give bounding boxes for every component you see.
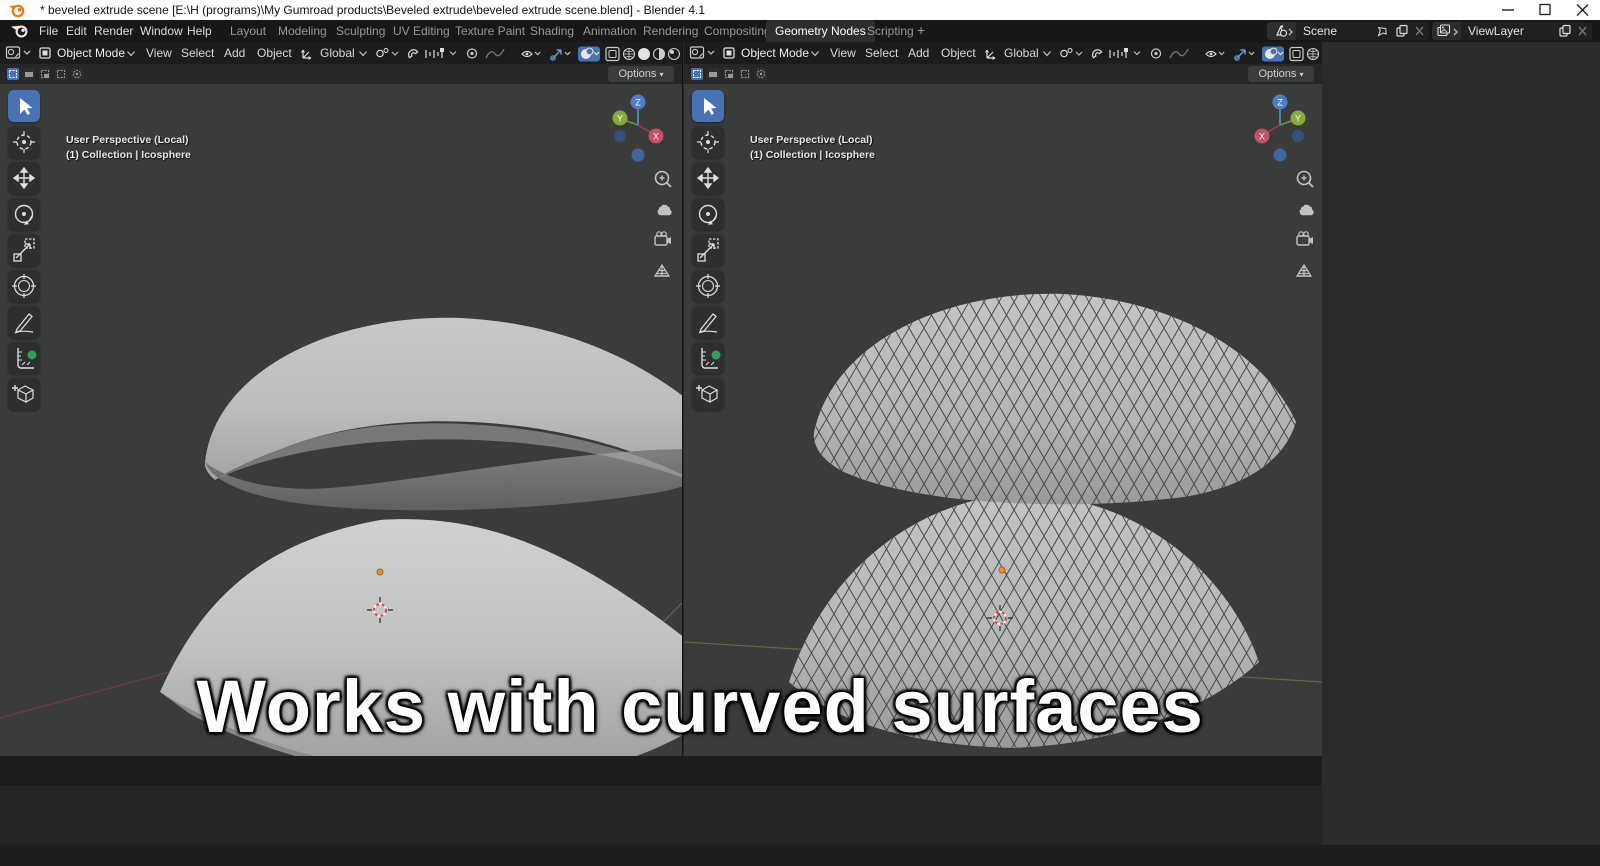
svg-text:X: X bbox=[653, 132, 659, 142]
svg-text:X: X bbox=[1259, 132, 1265, 142]
svg-text:Y: Y bbox=[617, 114, 623, 124]
svg-text:Y: Y bbox=[1295, 114, 1301, 124]
svg-text:Z: Z bbox=[1277, 98, 1283, 108]
svg-text:Z: Z bbox=[635, 98, 641, 108]
